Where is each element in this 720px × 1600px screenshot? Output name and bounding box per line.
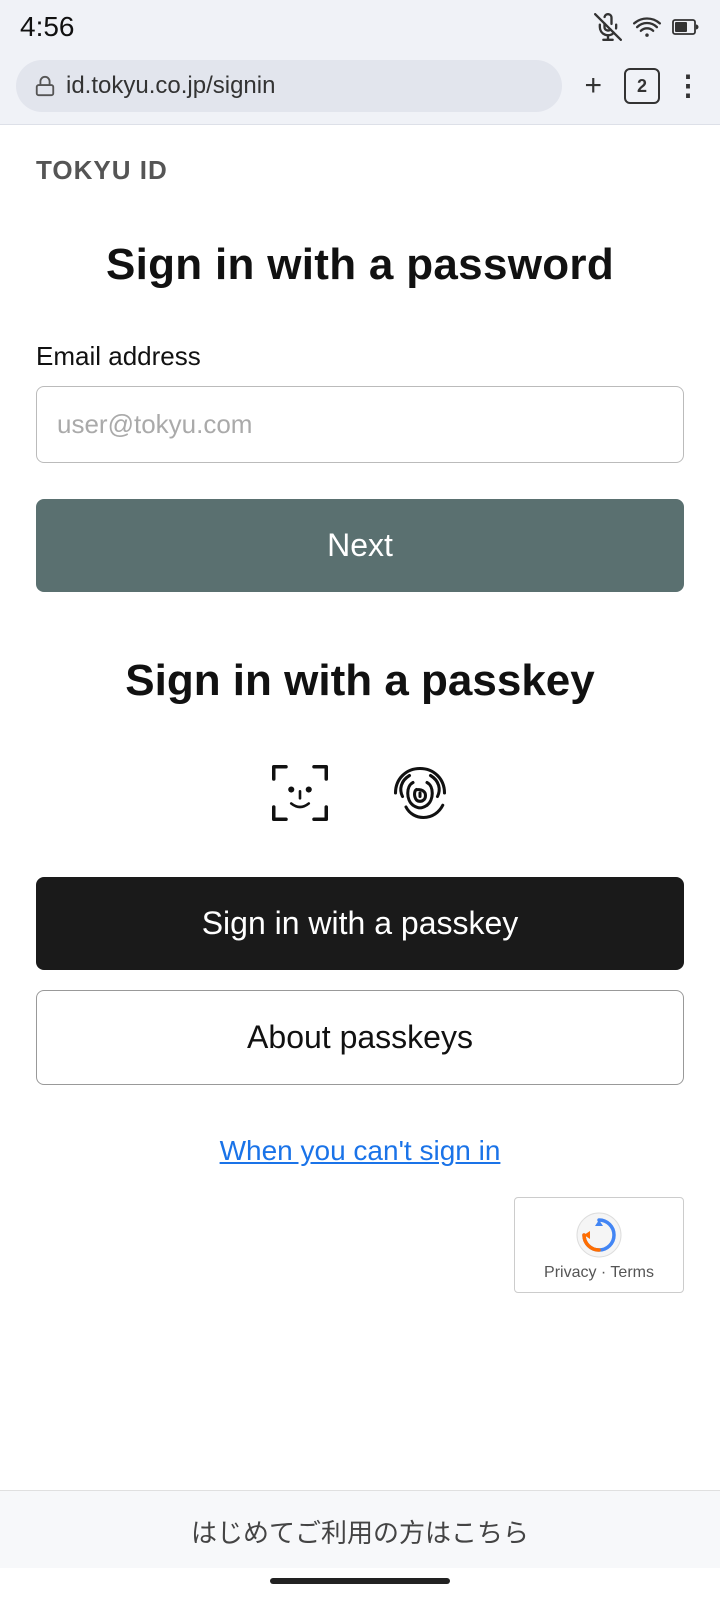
registration-link-text[interactable]: はじめてご利用の方はこちら	[191, 1518, 529, 1548]
status-time: 4:56	[20, 11, 75, 43]
recaptcha-badge: Privacy · Terms	[514, 1197, 684, 1293]
main-content: TOKYU ID Sign in with a password Email a…	[0, 125, 720, 1490]
about-passkeys-button[interactable]: About passkeys	[36, 990, 684, 1085]
passkey-icons-row	[36, 753, 684, 833]
mute-icon	[594, 13, 622, 41]
passkey-section-title: Sign in with a passkey	[36, 652, 684, 709]
bottom-registration-bar[interactable]: はじめてご利用の方はこちら	[0, 1490, 720, 1568]
add-tab-button[interactable]: +	[576, 65, 610, 107]
status-icons	[594, 13, 700, 41]
battery-icon	[672, 15, 700, 39]
url-bar[interactable]: id.tokyu.co.jp/signin	[16, 60, 562, 112]
url-lock-icon	[34, 75, 56, 97]
recaptcha-area: Privacy · Terms	[36, 1197, 684, 1293]
home-indicator	[0, 1568, 720, 1600]
recaptcha-privacy-terms[interactable]: Privacy · Terms	[544, 1264, 654, 1282]
url-text: id.tokyu.co.jp/signin	[66, 72, 275, 100]
password-section-title: Sign in with a password	[36, 236, 684, 293]
email-form-section: Email address	[36, 341, 684, 463]
status-bar: 4:56	[0, 0, 720, 52]
more-menu-button[interactable]: ⋮	[674, 72, 704, 100]
tab-count-button[interactable]: 2	[624, 68, 660, 104]
browser-bar: id.tokyu.co.jp/signin + 2 ⋮	[0, 52, 720, 125]
brand-title: TOKYU ID	[36, 155, 684, 186]
fingerprint-icon	[380, 753, 460, 833]
sign-in-passkey-button[interactable]: Sign in with a passkey	[36, 877, 684, 970]
wifi-icon	[632, 13, 662, 41]
recaptcha-logo-icon	[576, 1212, 622, 1258]
next-button[interactable]: Next	[36, 499, 684, 592]
home-bar	[270, 1578, 450, 1584]
email-label: Email address	[36, 341, 684, 372]
cant-sign-in-link[interactable]: When you can't sign in	[36, 1135, 684, 1167]
face-id-icon	[260, 753, 340, 833]
email-input[interactable]	[36, 386, 684, 463]
